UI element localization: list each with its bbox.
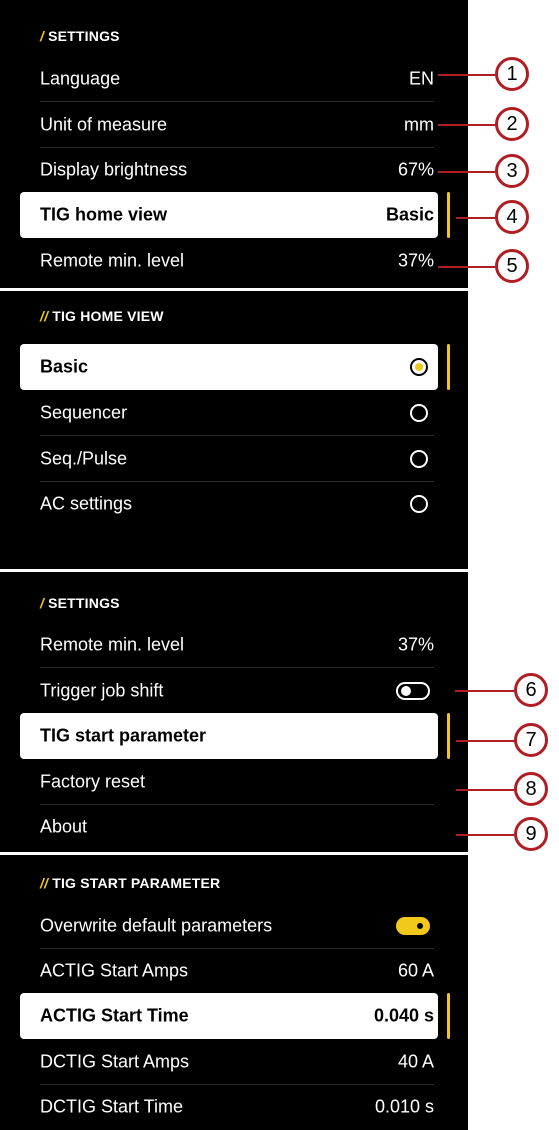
callout-line-2 (438, 124, 498, 126)
row-label: DCTIG Start Time (40, 1096, 184, 1117)
settings-row-unit-of-measure[interactable]: Unit of measure mm (20, 102, 438, 148)
callout-8: 8 (514, 772, 548, 806)
settings-row-remote-min-level[interactable]: Remote min. level 37% (20, 622, 438, 668)
radio-icon[interactable] (410, 404, 428, 422)
toggle-switch-on[interactable] (396, 917, 430, 935)
row-value: EN (408, 68, 434, 89)
callout-line-9 (456, 834, 516, 836)
callout-line-4 (456, 217, 498, 219)
param-row-dctig-start-time[interactable]: DCTIG Start Time 0.010 s (20, 1084, 438, 1130)
settings-row-about[interactable]: About (20, 804, 438, 850)
row-label: Overwrite default parameters (40, 915, 273, 936)
row-value: 37% (397, 250, 434, 271)
row-label: TIG home view (40, 204, 168, 225)
callout-line-5 (438, 266, 498, 268)
row-value: Basic (385, 204, 434, 225)
row-value: 60 A (397, 960, 434, 981)
callout-4: 4 (495, 200, 529, 234)
settings-row-remote-min-level[interactable]: Remote min. level 37% (20, 238, 438, 284)
selection-indicator (447, 192, 450, 238)
panel-header: / SETTINGS (40, 28, 120, 44)
option-label: Basic (40, 356, 89, 377)
panel-header: / SETTINGS (40, 595, 120, 611)
row-label: Factory reset (40, 771, 146, 792)
callout-2: 2 (495, 107, 529, 141)
row-label: Remote min. level (40, 250, 185, 271)
row-label: Language (40, 68, 121, 89)
row-label: TIG start parameter (40, 725, 207, 746)
param-row-actig-start-time[interactable]: ACTIG Start Time 0.040 s (20, 993, 450, 1039)
settings-row-factory-reset[interactable]: Factory reset (20, 759, 438, 805)
panel-header: //TIG START PARAMETER (40, 875, 221, 891)
param-row-overwrite-default[interactable]: Overwrite default parameters (20, 903, 438, 949)
callout-line-3 (438, 171, 498, 173)
option-label: Sequencer (40, 402, 128, 423)
row-label: Remote min. level (40, 634, 185, 655)
row-value: 40 A (397, 1051, 434, 1072)
selection-indicator (447, 993, 450, 1039)
row-value: mm (404, 114, 434, 135)
callout-line-1 (438, 74, 498, 76)
callout-5: 5 (495, 249, 529, 283)
option-label: AC settings (40, 493, 133, 514)
callout-7: 7 (514, 723, 548, 757)
row-label: About (40, 816, 88, 837)
row-label: Trigger job shift (40, 680, 164, 701)
option-sequencer[interactable]: Sequencer (20, 390, 438, 436)
callout-1: 1 (495, 57, 529, 91)
row-value: 37% (397, 634, 434, 655)
option-seq-pulse[interactable]: Seq./Pulse (20, 436, 438, 482)
settings-panel-2: / SETTINGS Remote min. level 37% Trigger … (0, 572, 468, 852)
callout-9: 9 (514, 817, 548, 851)
selection-indicator (447, 713, 450, 759)
param-row-dctig-start-amps[interactable]: DCTIG Start Amps 40 A (20, 1039, 438, 1085)
tig-home-view-panel: //TIG HOME VIEW Basic Sequencer Seq./Pul… (0, 291, 468, 569)
callout-line-7 (456, 740, 516, 742)
settings-panel-1: / SETTINGS Language EN Unit of measure mm… (0, 0, 468, 288)
row-label: Display brightness (40, 159, 188, 180)
row-label: ACTIG Start Amps (40, 960, 189, 981)
row-value: 0.040 s (373, 1005, 434, 1026)
settings-row-tig-start-parameter[interactable]: TIG start parameter (20, 713, 450, 759)
settings-row-tig-home-view[interactable]: TIG home view Basic (20, 192, 450, 238)
radio-icon[interactable] (410, 495, 428, 513)
settings-row-display-brightness[interactable]: Display brightness 67% (20, 147, 438, 193)
callout-line-6 (455, 690, 515, 692)
row-value: 0.010 s (374, 1096, 434, 1117)
row-value: 67% (397, 159, 434, 180)
row-label: Unit of measure (40, 114, 168, 135)
callout-6: 6 (514, 673, 548, 707)
settings-row-trigger-job-shift[interactable]: Trigger job shift (20, 668, 438, 714)
tig-start-parameter-panel: //TIG START PARAMETER Overwrite default … (0, 855, 468, 1130)
selection-indicator (447, 344, 450, 390)
option-ac-settings[interactable]: AC settings (20, 481, 438, 527)
option-label: Seq./Pulse (40, 448, 128, 469)
settings-row-language[interactable]: Language EN (20, 56, 438, 102)
param-row-actig-start-amps[interactable]: ACTIG Start Amps 60 A (20, 948, 438, 994)
option-basic[interactable]: Basic (20, 344, 450, 390)
callout-line-8 (456, 789, 516, 791)
radio-selected-icon[interactable] (410, 358, 428, 376)
radio-icon[interactable] (410, 450, 428, 468)
panel-header: //TIG HOME VIEW (40, 308, 164, 324)
row-label: DCTIG Start Amps (40, 1051, 190, 1072)
row-label: ACTIG Start Time (40, 1005, 189, 1026)
callout-3: 3 (495, 154, 529, 188)
toggle-switch-off[interactable] (396, 682, 430, 700)
